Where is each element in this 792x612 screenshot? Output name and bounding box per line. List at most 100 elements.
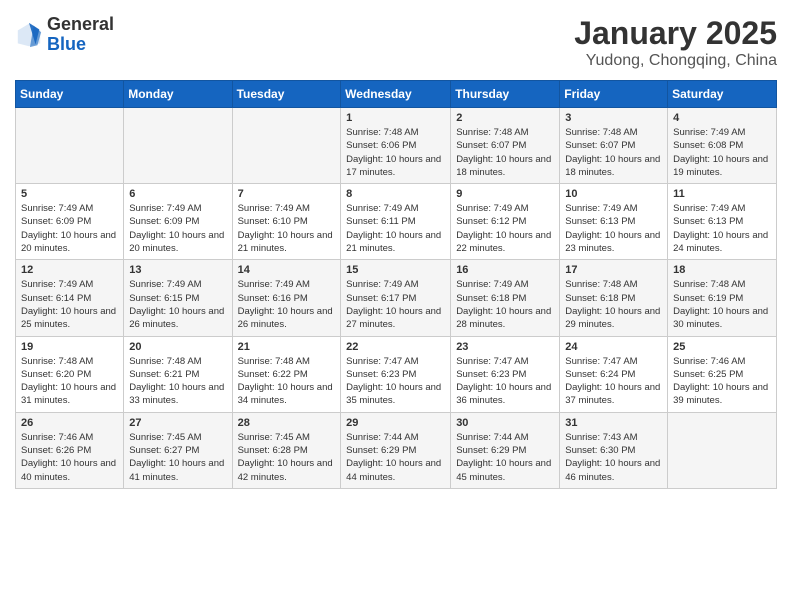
day-info: Sunrise: 7:43 AM Sunset: 6:30 PM Dayligh… bbox=[565, 431, 662, 484]
day-number: 23 bbox=[456, 341, 554, 353]
calendar-cell: 11 Sunrise: 7:49 AM Sunset: 6:13 PM Dayli… bbox=[668, 184, 777, 260]
logo-text: General Blue bbox=[47, 15, 114, 55]
day-number: 17 bbox=[565, 264, 662, 276]
day-info: Sunrise: 7:47 AM Sunset: 6:23 PM Dayligh… bbox=[346, 355, 445, 408]
page-header: General Blue January 2025 Yudong, Chongq… bbox=[15, 15, 777, 70]
day-number: 26 bbox=[21, 417, 118, 429]
day-info: Sunrise: 7:47 AM Sunset: 6:23 PM Dayligh… bbox=[456, 355, 554, 408]
calendar-cell: 4Sunrise: 7:49 AM Sunset: 6:08 PM Daylig… bbox=[668, 108, 777, 184]
weekday-header-monday: Monday bbox=[124, 81, 232, 108]
calendar-cell: 14 Sunrise: 7:49 AM Sunset: 6:16 PM Dayli… bbox=[232, 260, 341, 336]
day-number: 7 bbox=[238, 188, 336, 200]
day-number: 25 bbox=[673, 341, 771, 353]
calendar-cell: 6 Sunrise: 7:49 AM Sunset: 6:09 PM Daylig… bbox=[124, 184, 232, 260]
weekday-header-friday: Friday bbox=[560, 81, 668, 108]
day-info: Sunrise: 7:48 AM Sunset: 6:21 PM Dayligh… bbox=[129, 355, 226, 408]
calendar-cell: 8Sunrise: 7:49 AM Sunset: 6:11 PM Daylig… bbox=[341, 184, 451, 260]
weekday-header-saturday: Saturday bbox=[668, 81, 777, 108]
day-info: Sunrise: 7:49 AM Sunset: 6:17 PM Dayligh… bbox=[346, 278, 445, 331]
day-number: 22 bbox=[346, 341, 445, 353]
calendar-cell: 9 Sunrise: 7:49 AM Sunset: 6:12 PM Daylig… bbox=[451, 184, 560, 260]
day-info: Sunrise: 7:49 AM Sunset: 6:10 PM Dayligh… bbox=[238, 202, 336, 255]
calendar-cell: 23 Sunrise: 7:47 AM Sunset: 6:23 PM Dayli… bbox=[451, 336, 560, 412]
calendar-cell: 31 Sunrise: 7:43 AM Sunset: 6:30 PM Dayli… bbox=[560, 412, 668, 488]
day-number: 24 bbox=[565, 341, 662, 353]
weekday-header-sunday: Sunday bbox=[16, 81, 124, 108]
day-info: Sunrise: 7:44 AM Sunset: 6:29 PM Dayligh… bbox=[346, 431, 445, 484]
logo-general: General bbox=[47, 14, 114, 34]
calendar-cell: 21Sunrise: 7:48 AM Sunset: 6:22 PM Dayli… bbox=[232, 336, 341, 412]
calendar-cell bbox=[232, 108, 341, 184]
day-number: 14 bbox=[238, 264, 336, 276]
calendar-cell: 7 Sunrise: 7:49 AM Sunset: 6:10 PM Daylig… bbox=[232, 184, 341, 260]
calendar-cell bbox=[16, 108, 124, 184]
day-info: Sunrise: 7:49 AM Sunset: 6:12 PM Dayligh… bbox=[456, 202, 554, 255]
day-info: Sunrise: 7:49 AM Sunset: 6:18 PM Dayligh… bbox=[456, 278, 554, 331]
weekday-header-tuesday: Tuesday bbox=[232, 81, 341, 108]
calendar-cell bbox=[668, 412, 777, 488]
weekday-header-thursday: Thursday bbox=[451, 81, 560, 108]
day-info: Sunrise: 7:47 AM Sunset: 6:24 PM Dayligh… bbox=[565, 355, 662, 408]
calendar-cell: 18 Sunrise: 7:48 AM Sunset: 6:19 PM Dayli… bbox=[668, 260, 777, 336]
day-info: Sunrise: 7:49 AM Sunset: 6:11 PM Dayligh… bbox=[346, 202, 445, 255]
day-info: Sunrise: 7:48 AM Sunset: 6:06 PM Dayligh… bbox=[346, 126, 445, 179]
calendar-cell: 3 Sunrise: 7:48 AM Sunset: 6:07 PM Daylig… bbox=[560, 108, 668, 184]
day-number: 27 bbox=[129, 417, 226, 429]
day-number: 30 bbox=[456, 417, 554, 429]
day-number: 6 bbox=[129, 188, 226, 200]
day-info: Sunrise: 7:48 AM Sunset: 6:07 PM Dayligh… bbox=[565, 126, 662, 179]
calendar-cell: 5Sunrise: 7:49 AM Sunset: 6:09 PM Daylig… bbox=[16, 184, 124, 260]
day-number: 12 bbox=[21, 264, 118, 276]
day-info: Sunrise: 7:49 AM Sunset: 6:13 PM Dayligh… bbox=[673, 202, 771, 255]
day-info: Sunrise: 7:46 AM Sunset: 6:26 PM Dayligh… bbox=[21, 431, 118, 484]
calendar-cell: 1 Sunrise: 7:48 AM Sunset: 6:06 PM Daylig… bbox=[341, 108, 451, 184]
day-number: 3 bbox=[565, 112, 662, 124]
day-info: Sunrise: 7:49 AM Sunset: 6:09 PM Dayligh… bbox=[129, 202, 226, 255]
day-number: 11 bbox=[673, 188, 771, 200]
calendar-cell: 20 Sunrise: 7:48 AM Sunset: 6:21 PM Dayli… bbox=[124, 336, 232, 412]
day-number: 20 bbox=[129, 341, 226, 353]
calendar-cell: 10 Sunrise: 7:49 AM Sunset: 6:13 PM Dayli… bbox=[560, 184, 668, 260]
calendar-table: SundayMondayTuesdayWednesdayThursdayFrid… bbox=[15, 80, 777, 489]
calendar-cell: 26 Sunrise: 7:46 AM Sunset: 6:26 PM Dayli… bbox=[16, 412, 124, 488]
day-number: 19 bbox=[21, 341, 118, 353]
calendar-cell: 16 Sunrise: 7:49 AM Sunset: 6:18 PM Dayli… bbox=[451, 260, 560, 336]
calendar-subtitle: Yudong, Chongqing, China bbox=[574, 52, 777, 70]
calendar-cell: 28Sunrise: 7:45 AM Sunset: 6:28 PM Dayli… bbox=[232, 412, 341, 488]
day-info: Sunrise: 7:49 AM Sunset: 6:14 PM Dayligh… bbox=[21, 278, 118, 331]
day-info: Sunrise: 7:48 AM Sunset: 6:20 PM Dayligh… bbox=[21, 355, 118, 408]
day-number: 10 bbox=[565, 188, 662, 200]
calendar-cell: 12 Sunrise: 7:49 AM Sunset: 6:14 PM Dayli… bbox=[16, 260, 124, 336]
day-number: 9 bbox=[456, 188, 554, 200]
day-number: 15 bbox=[346, 264, 445, 276]
day-number: 13 bbox=[129, 264, 226, 276]
day-info: Sunrise: 7:48 AM Sunset: 6:22 PM Dayligh… bbox=[238, 355, 336, 408]
day-info: Sunrise: 7:49 AM Sunset: 6:13 PM Dayligh… bbox=[565, 202, 662, 255]
calendar-cell: 19 Sunrise: 7:48 AM Sunset: 6:20 PM Dayli… bbox=[16, 336, 124, 412]
day-info: Sunrise: 7:48 AM Sunset: 6:07 PM Dayligh… bbox=[456, 126, 554, 179]
calendar-cell: 22 Sunrise: 7:47 AM Sunset: 6:23 PM Dayli… bbox=[341, 336, 451, 412]
calendar-cell: 13 Sunrise: 7:49 AM Sunset: 6:15 PM Dayli… bbox=[124, 260, 232, 336]
day-info: Sunrise: 7:48 AM Sunset: 6:18 PM Dayligh… bbox=[565, 278, 662, 331]
day-info: Sunrise: 7:45 AM Sunset: 6:28 PM Dayligh… bbox=[238, 431, 336, 484]
calendar-cell: 29 Sunrise: 7:44 AM Sunset: 6:29 PM Dayli… bbox=[341, 412, 451, 488]
calendar-cell bbox=[124, 108, 232, 184]
day-info: Sunrise: 7:49 AM Sunset: 6:15 PM Dayligh… bbox=[129, 278, 226, 331]
title-block: January 2025 Yudong, Chongqing, China bbox=[574, 15, 777, 70]
day-number: 4 bbox=[673, 112, 771, 124]
calendar-title: January 2025 bbox=[574, 15, 777, 52]
day-number: 31 bbox=[565, 417, 662, 429]
logo-blue: Blue bbox=[47, 34, 86, 54]
day-number: 16 bbox=[456, 264, 554, 276]
day-number: 5 bbox=[21, 188, 118, 200]
day-info: Sunrise: 7:49 AM Sunset: 6:16 PM Dayligh… bbox=[238, 278, 336, 331]
calendar-cell: 24 Sunrise: 7:47 AM Sunset: 6:24 PM Dayli… bbox=[560, 336, 668, 412]
day-info: Sunrise: 7:44 AM Sunset: 6:29 PM Dayligh… bbox=[456, 431, 554, 484]
day-number: 1 bbox=[346, 112, 445, 124]
calendar-cell: 17 Sunrise: 7:48 AM Sunset: 6:18 PM Dayli… bbox=[560, 260, 668, 336]
day-info: Sunrise: 7:48 AM Sunset: 6:19 PM Dayligh… bbox=[673, 278, 771, 331]
day-number: 18 bbox=[673, 264, 771, 276]
day-number: 2 bbox=[456, 112, 554, 124]
day-number: 29 bbox=[346, 417, 445, 429]
calendar-cell: 27Sunrise: 7:45 AM Sunset: 6:27 PM Dayli… bbox=[124, 412, 232, 488]
